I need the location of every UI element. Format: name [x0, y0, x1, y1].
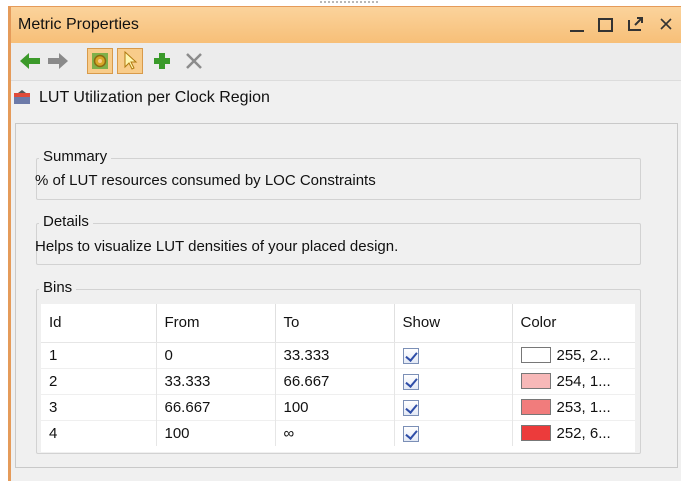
cell-from[interactable]: 0 — [156, 341, 276, 368]
select-button[interactable] — [117, 48, 143, 74]
color-value: 255, 2... — [556, 346, 611, 364]
plus-icon — [154, 53, 170, 69]
window-title: Metric Properties — [18, 16, 139, 33]
metric-heading: LUT Utilization per Clock Region — [11, 81, 681, 115]
metric-icon — [13, 89, 31, 109]
maximize-icon[interactable] — [598, 18, 613, 32]
minimize-icon[interactable] — [570, 18, 584, 32]
cell-id[interactable]: 2 — [41, 367, 157, 394]
window-controls — [570, 11, 673, 39]
metric-settings-button[interactable] — [87, 48, 113, 74]
cell-to[interactable]: 100 — [275, 393, 395, 420]
add-button[interactable] — [149, 48, 175, 74]
cell-from[interactable]: 66.667 — [156, 393, 276, 420]
column-header-to[interactable]: To — [275, 304, 395, 343]
table-row[interactable]: 2 33.333 66.667 254, 1... — [41, 367, 635, 394]
details-group: Details Helps to visualize LUT densities… — [35, 213, 641, 265]
cell-color[interactable]: 253, 1... — [512, 393, 635, 420]
bins-group: Bins Id From To Show Color 1 0 33.333 25… — [36, 279, 641, 454]
gear-icon — [92, 53, 108, 69]
properties-panel: Summary % of LUT resources consumed by L… — [15, 123, 678, 468]
cell-to[interactable]: 33.333 — [275, 341, 395, 368]
cell-show — [394, 341, 513, 368]
cell-id[interactable]: 1 — [41, 341, 157, 368]
color-swatch[interactable] — [520, 425, 551, 442]
bins-legend: Bins — [39, 279, 77, 296]
cell-color[interactable]: 252, 6... — [512, 419, 635, 446]
arrow-right-icon — [48, 53, 68, 69]
show-checkbox[interactable] — [402, 373, 419, 390]
column-header-show[interactable]: Show — [394, 304, 513, 343]
arrow-left-icon — [20, 53, 40, 69]
title-bar[interactable]: Metric Properties — [11, 7, 681, 43]
table-row[interactable]: 3 66.667 100 253, 1... — [41, 393, 635, 420]
color-value: 252, 6... — [556, 424, 611, 442]
show-checkbox[interactable] — [402, 425, 419, 442]
cell-show — [394, 393, 513, 420]
show-checkbox[interactable] — [402, 399, 419, 416]
table-row[interactable]: 1 0 33.333 255, 2... — [41, 341, 635, 368]
cell-from[interactable]: 33.333 — [156, 367, 276, 394]
metric-properties-window: Metric Properties LUT Utilization per Cl… — [8, 6, 681, 481]
back-button[interactable] — [17, 48, 43, 74]
color-swatch[interactable] — [520, 399, 551, 415]
color-value: 253, 1... — [556, 398, 611, 416]
color-value: 254, 1... — [556, 372, 611, 390]
drag-handle[interactable] — [320, 1, 378, 4]
cell-id[interactable]: 3 — [41, 393, 157, 420]
table-row[interactable]: 4 100 ∞ 252, 6... — [41, 419, 635, 446]
x-icon — [186, 53, 202, 69]
float-icon[interactable] — [627, 16, 645, 35]
summary-text: % of LUT resources consumed by LOC Const… — [35, 172, 376, 189]
cell-from[interactable]: 100 — [156, 419, 276, 446]
metric-title: LUT Utilization per Clock Region — [39, 89, 270, 106]
table-header-row: Id From To Show Color — [41, 304, 635, 343]
bins-table: Id From To Show Color 1 0 33.333 255, 2.… — [41, 304, 635, 452]
column-header-color[interactable]: Color — [512, 304, 635, 343]
cell-color[interactable]: 254, 1... — [512, 367, 635, 394]
column-header-id[interactable]: Id — [41, 304, 157, 343]
summary-group: Summary % of LUT resources consumed by L… — [35, 148, 641, 200]
color-swatch[interactable] — [520, 373, 551, 389]
remove-button[interactable] — [181, 48, 207, 74]
forward-button[interactable] — [45, 48, 71, 74]
close-icon[interactable] — [659, 16, 673, 34]
details-text: Helps to visualize LUT densities of your… — [35, 238, 399, 255]
cell-to[interactable]: ∞ — [275, 419, 395, 446]
cell-color[interactable]: 255, 2... — [512, 341, 635, 368]
column-header-from[interactable]: From — [156, 304, 276, 343]
cell-to[interactable]: 66.667 — [275, 367, 395, 394]
toolbar — [11, 43, 681, 81]
cell-show — [394, 419, 513, 446]
pointer-icon — [124, 51, 138, 70]
cell-id[interactable]: 4 — [41, 419, 157, 446]
details-legend: Details — [39, 213, 93, 230]
color-swatch[interactable] — [520, 347, 551, 363]
show-checkbox[interactable] — [402, 347, 419, 364]
cell-show — [394, 367, 513, 394]
summary-legend: Summary — [39, 148, 112, 165]
